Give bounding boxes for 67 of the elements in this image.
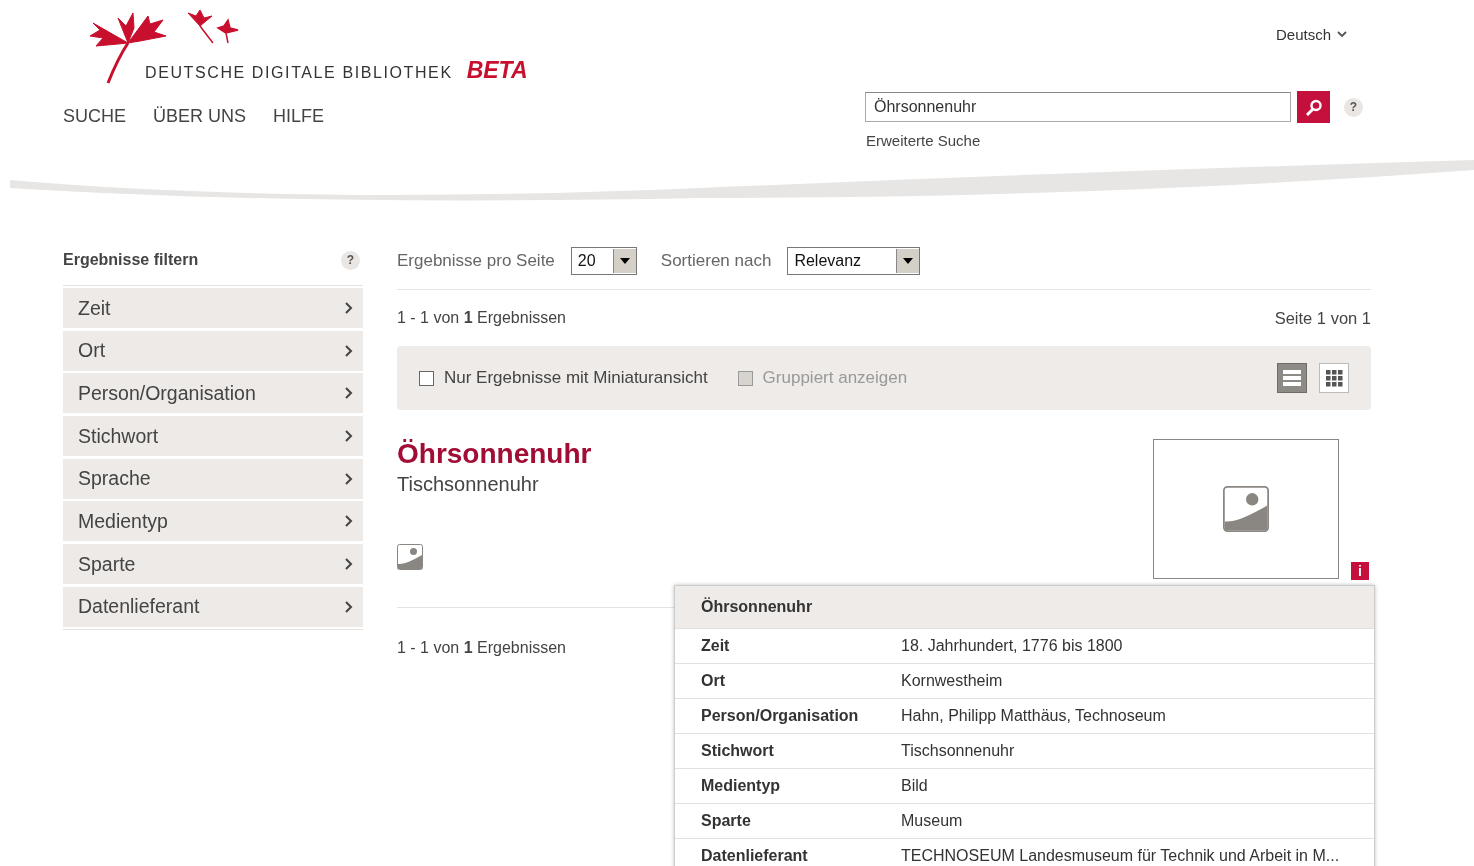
chevron-right-icon: [345, 515, 353, 528]
results-count: 1 - 1 von 1 Ergebnissen: [397, 639, 566, 657]
grid-view-button[interactable]: [1319, 363, 1349, 393]
field-value: Kornwestheim: [901, 672, 1003, 690]
per-page-dropdown[interactable]: 20: [570, 247, 637, 275]
field-value: 18. Jahrhundert, 1776 bis 1800: [901, 637, 1123, 655]
field-value: Museum: [901, 812, 963, 830]
sort-dropdown[interactable]: Relevanz: [787, 247, 921, 275]
filter-item[interactable]: Ort: [63, 330, 363, 371]
dropdown-arrow-icon: [903, 258, 914, 264]
per-page-label: Ergebnisse pro Seite: [397, 251, 555, 271]
filter-item[interactable]: Datenlieferant: [63, 586, 363, 627]
filter-item[interactable]: Person/Organisation: [63, 373, 363, 414]
chevron-right-icon: [345, 472, 353, 485]
advanced-search-link[interactable]: Erweiterte Suche: [866, 132, 981, 149]
chevron-right-icon: [345, 430, 353, 443]
field-label: Medientyp: [701, 777, 782, 795]
search-button[interactable]: [1297, 91, 1330, 123]
beta-label: BETA: [466, 57, 528, 84]
checkbox-option: Gruppiert anzeigen: [737, 368, 908, 388]
field-label: Datenlieferant: [701, 847, 809, 865]
field-value: Hahn, Philipp Matthäus, Technoseum: [901, 707, 1166, 725]
filter-heading: Ergebnisse filtern: [63, 251, 199, 269]
result-subtitle: Tischsonnenuhr: [397, 473, 540, 496]
chevron-right-icon: [345, 600, 353, 613]
chevron-right-icon: [345, 344, 353, 357]
search-icon: [1305, 98, 1322, 116]
image-placeholder-icon: [397, 544, 423, 570]
list-icon: [1283, 369, 1301, 387]
result-title[interactable]: Öhrsonnenuhr: [397, 437, 592, 471]
image-placeholder-icon: [1223, 486, 1269, 532]
help-icon[interactable]: ?: [1344, 97, 1363, 117]
field-label: Sparte: [701, 812, 752, 830]
field-value: TECHNOSEUM Landesmuseum für Technik und Arbeit in M...: [901, 847, 1340, 865]
checkbox-option[interactable]: Nur Ergebnisse mit Miniaturansicht: [419, 368, 708, 388]
filter-item[interactable]: Medientyp: [63, 501, 363, 542]
filter-item[interactable]: Sparte: [63, 544, 363, 585]
nav-link[interactable]: HILFE: [273, 106, 325, 127]
grid-icon: [1325, 369, 1343, 387]
language-label: Deutsch: [1276, 26, 1332, 43]
search-field[interactable]: Öhrsonnenuhr: [865, 92, 1291, 122]
nav-link[interactable]: ÜBER UNS: [153, 106, 247, 127]
results-count: 1 - 1 von 1 Ergebnissen: [397, 309, 566, 327]
list-view-button[interactable]: [1277, 363, 1307, 393]
field-value: Tischsonnenuhr: [901, 742, 1015, 760]
field-label: Stichwort: [701, 742, 775, 760]
chevron-down-icon: [1337, 31, 1348, 38]
filter-item[interactable]: Zeit: [63, 288, 363, 328]
field-label: Zeit: [701, 637, 731, 655]
thumbnail-frame[interactable]: [1153, 439, 1339, 579]
filter-item[interactable]: Sprache: [63, 458, 363, 499]
nav-link[interactable]: SUCHE: [63, 106, 126, 127]
field-label: Person/Organisation: [701, 707, 860, 725]
sort-label: Sortieren nach: [660, 251, 772, 271]
field-label: Ort: [701, 672, 726, 690]
chevron-right-icon: [345, 558, 353, 571]
info-button[interactable]: i: [1351, 562, 1369, 580]
filter-item[interactable]: Stichwort: [63, 416, 363, 457]
chevron-right-icon: [345, 387, 353, 400]
help-icon[interactable]: ?: [341, 250, 360, 270]
field-value: Bild: [901, 777, 928, 795]
chevron-right-icon: [345, 302, 353, 314]
page-info: Seite 1 von 1: [1274, 308, 1371, 328]
dropdown-arrow-icon: [619, 258, 630, 264]
language-selector[interactable]: Deutsch: [1276, 26, 1348, 43]
popup-title: Öhrsonnenuhr: [675, 586, 1374, 628]
logo-text: DEUTSCHE DIGITALE BIBLIOTHEK: [145, 64, 453, 82]
